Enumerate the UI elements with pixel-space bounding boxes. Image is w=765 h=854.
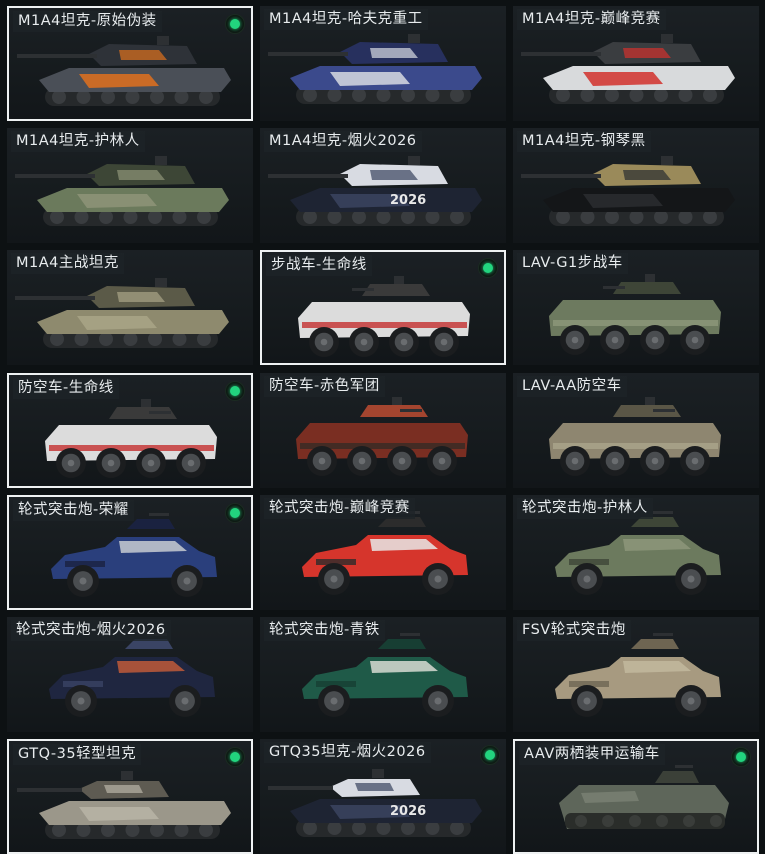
vehicle-skin-card[interactable]: 防空车-生命线 — [7, 373, 253, 488]
vehicle-skin-card[interactable]: 2026 M1A4坦克-烟火2026 — [260, 128, 506, 243]
equipped-indicator-icon — [225, 503, 245, 523]
vehicle-skin-card[interactable]: LAV-G1步战车 — [513, 250, 759, 365]
equipped-indicator-icon — [480, 745, 500, 765]
vehicle-skin-name: 步战车-生命线 — [266, 255, 372, 276]
svg-text:2026: 2026 — [390, 804, 426, 819]
vehicle-skin-name: M1A4主战坦克 — [11, 253, 124, 274]
vehicle-skin-name: 轮式突击炮-护林人 — [517, 498, 653, 519]
vehicle-skin-card[interactable]: M1A4坦克-原始伪装 — [7, 6, 253, 121]
vehicle-skin-name: FSV轮式突击炮 — [517, 620, 631, 641]
equipped-indicator-icon — [731, 747, 751, 767]
vehicle-skin-card[interactable]: GTQ-35轻型坦克 — [7, 739, 253, 854]
vehicle-skin-card[interactable]: M1A4坦克-钢琴黑 — [513, 128, 759, 243]
vehicle-skin-card[interactable]: 轮式突击炮-巅峰竞赛 — [260, 495, 506, 610]
vehicle-skin-name: 轮式突击炮-青铁 — [264, 620, 385, 641]
vehicle-skin-name: M1A4坦克-烟火2026 — [264, 131, 422, 152]
vehicle-skin-card[interactable]: 防空车-赤色军团 — [260, 373, 506, 488]
vehicle-skin-name: 轮式突击炮-荣耀 — [13, 500, 134, 521]
vehicle-skin-name: M1A4坦克-护林人 — [11, 131, 145, 152]
svg-text:2026: 2026 — [390, 193, 426, 208]
vehicle-skin-card[interactable]: M1A4坦克-哈夫克重工 — [260, 6, 506, 121]
vehicle-skin-card[interactable]: AAV两栖装甲运输车 — [513, 739, 759, 854]
vehicle-skin-name: 轮式突击炮-烟火2026 — [11, 620, 171, 641]
vehicle-skin-name: 防空车-生命线 — [13, 378, 119, 399]
vehicle-skin-card[interactable]: M1A4主战坦克 — [7, 250, 253, 365]
vehicle-skin-name: 防空车-赤色军团 — [264, 376, 385, 397]
vehicle-skin-name: AAV两栖装甲运输车 — [519, 744, 665, 765]
vehicle-skin-card[interactable]: FSV轮式突击炮 — [513, 617, 759, 732]
vehicle-skin-card[interactable]: 步战车-生命线 — [260, 250, 506, 365]
equipped-indicator-icon — [225, 14, 245, 34]
vehicle-skin-card[interactable]: M1A4坦克-护林人 — [7, 128, 253, 243]
vehicle-skin-name: LAV-G1步战车 — [517, 253, 628, 274]
vehicle-skin-card[interactable]: 轮式突击炮-烟火2026 — [7, 617, 253, 732]
vehicle-skin-card[interactable]: 轮式突击炮-护林人 — [513, 495, 759, 610]
vehicle-skin-name: GTQ-35轻型坦克 — [13, 744, 142, 765]
vehicle-skin-name: M1A4坦克-哈夫克重工 — [264, 9, 428, 30]
vehicle-skin-name: M1A4坦克-原始伪装 — [13, 11, 162, 32]
equipped-indicator-icon — [225, 747, 245, 767]
vehicle-skin-name: GTQ35坦克-烟火2026 — [264, 742, 431, 763]
vehicle-skin-name: 轮式突击炮-巅峰竞赛 — [264, 498, 415, 519]
vehicle-skin-card[interactable]: 2026 GTQ35坦克-烟火2026 — [260, 739, 506, 854]
vehicle-skin-card[interactable]: 轮式突击炮-荣耀 — [7, 495, 253, 610]
vehicle-skin-name: M1A4坦克-钢琴黑 — [517, 131, 651, 152]
equipped-indicator-icon — [478, 258, 498, 278]
equipped-indicator-icon — [225, 381, 245, 401]
vehicle-skin-card[interactable]: LAV-AA防空车 — [513, 373, 759, 488]
vehicle-skin-grid: M1A4坦克-原始伪装 M1A4坦克-哈夫克重工 M1A4坦克-巅峰竞赛 M1A4坦克… — [0, 0, 765, 854]
vehicle-skin-name: LAV-AA防空车 — [517, 376, 627, 397]
vehicle-skin-name: M1A4坦克-巅峰竞赛 — [517, 9, 666, 30]
vehicle-skin-card[interactable]: 轮式突击炮-青铁 — [260, 617, 506, 732]
vehicle-skin-card[interactable]: M1A4坦克-巅峰竞赛 — [513, 6, 759, 121]
